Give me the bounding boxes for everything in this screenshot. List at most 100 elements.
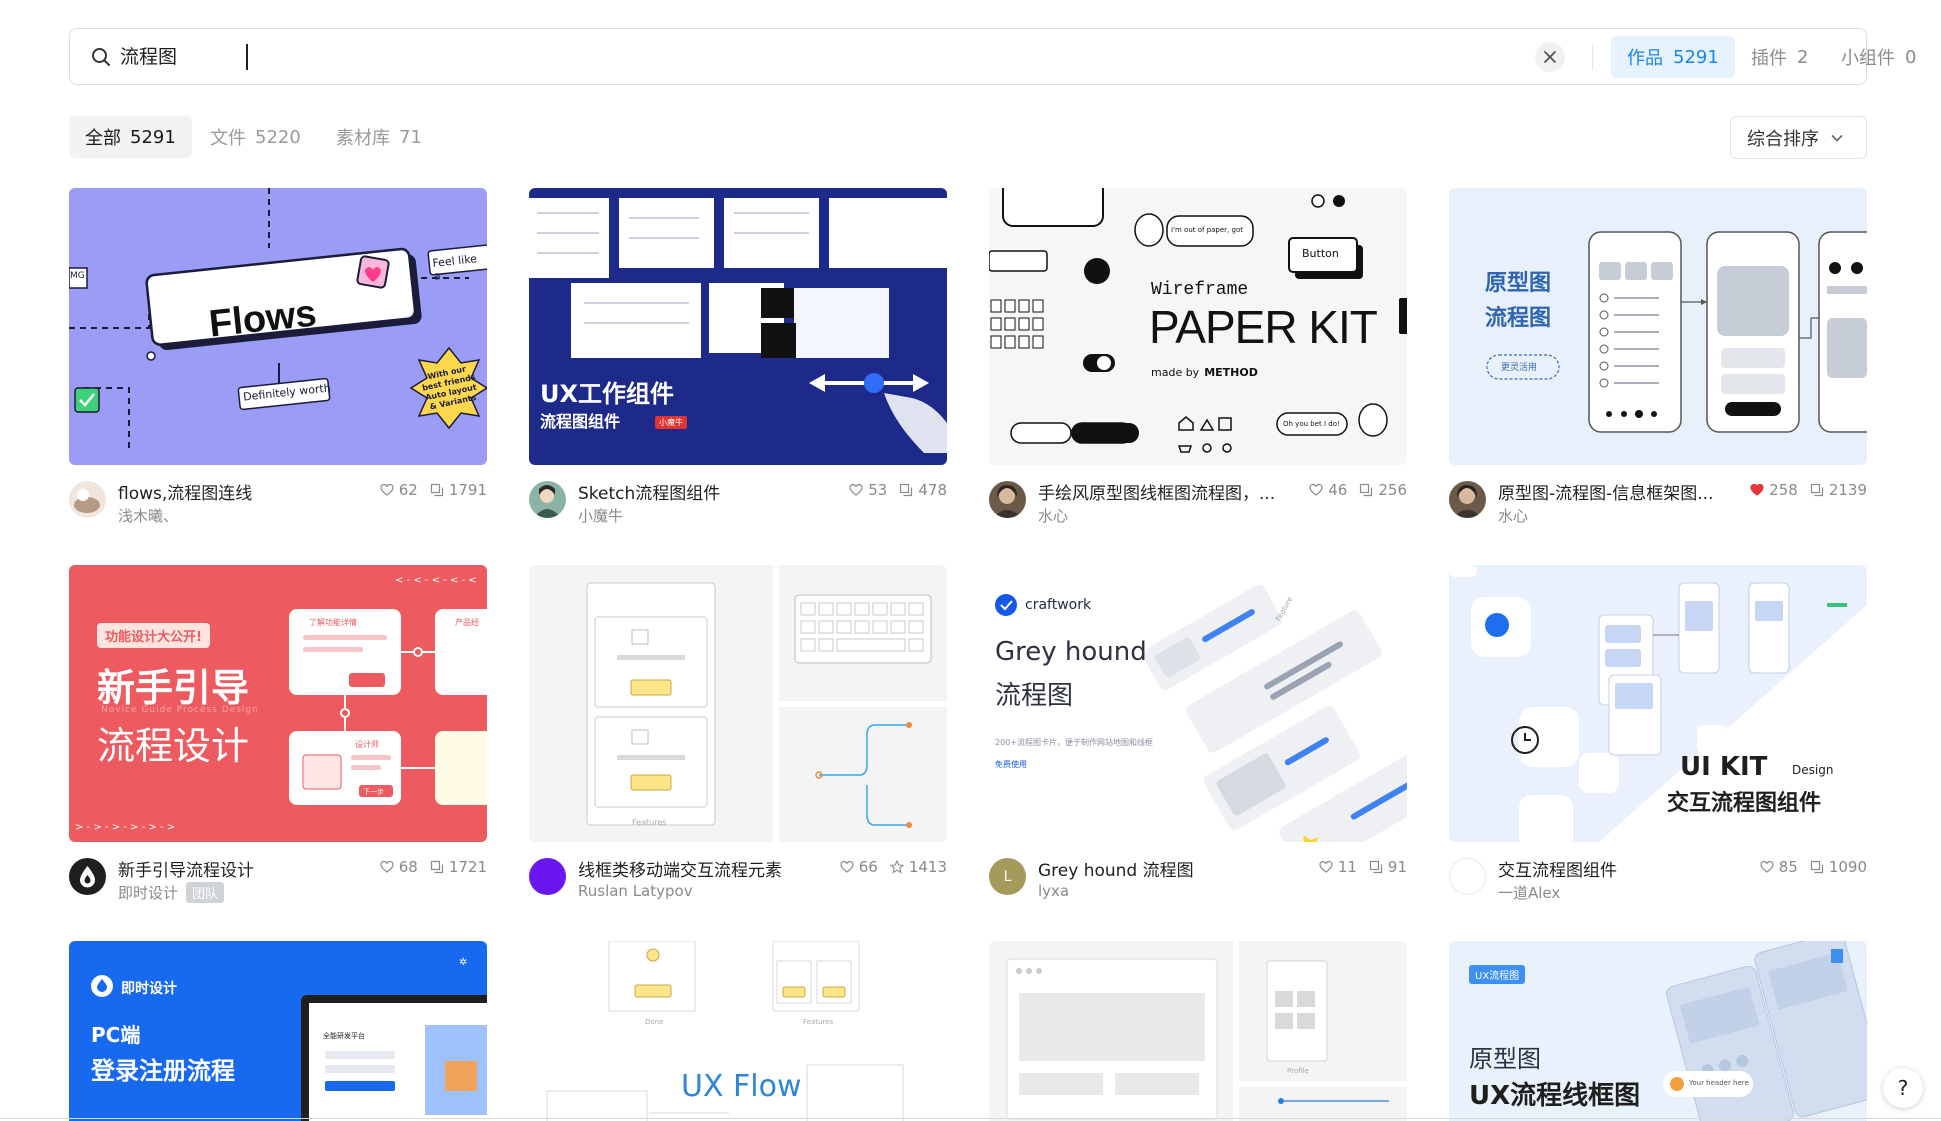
card-author[interactable]: lyxa bbox=[1038, 882, 1069, 900]
tab-label: 小组件 bbox=[1841, 48, 1895, 69]
avatar[interactable]: L bbox=[989, 858, 1026, 895]
card-thumbnail[interactable]: ✲ 即时设计 PC端 登录注册流程 全能研发平台 bbox=[69, 941, 487, 1121]
thumb-brand: 即时设计 bbox=[121, 981, 177, 997]
like-count[interactable]: 62 bbox=[380, 481, 418, 499]
copy-count: 256 bbox=[1359, 481, 1407, 499]
tab-count: 5291 bbox=[1673, 46, 1719, 68]
sort-dropdown[interactable]: 综合排序 bbox=[1730, 116, 1867, 159]
card-title[interactable]: 手绘风原型图线框图流程图，... bbox=[1038, 479, 1275, 504]
credit-text: made by bbox=[1151, 366, 1200, 379]
tab-works[interactable]: 作品 5291 bbox=[1611, 36, 1735, 78]
card-thumbnail[interactable]: Flows Feel like a Definitely worth MG Wi… bbox=[69, 188, 487, 465]
copy-count: 2139 bbox=[1810, 481, 1867, 499]
tab-label: 作品 bbox=[1627, 48, 1663, 69]
avatar[interactable] bbox=[529, 858, 566, 895]
avatar[interactable] bbox=[1449, 481, 1486, 518]
card-author[interactable]: 水心 bbox=[1498, 505, 1528, 526]
card-thumbnail[interactable]: Profile bbox=[989, 941, 1407, 1121]
author-name: 小魔牛 bbox=[578, 507, 624, 525]
card-author[interactable]: Ruslan Latypov bbox=[578, 882, 693, 900]
like-value: 62 bbox=[398, 481, 418, 499]
thumb-title: UI KIT bbox=[1680, 752, 1768, 782]
like-count[interactable]: 258 bbox=[1750, 481, 1798, 499]
like-count[interactable]: 66 bbox=[840, 858, 878, 876]
card-title[interactable]: 原型图-流程图-信息框架图... bbox=[1498, 479, 1713, 504]
avatar[interactable] bbox=[989, 481, 1026, 518]
avatar[interactable] bbox=[529, 481, 566, 518]
card-thumbnail[interactable]: UI KIT Design 交互流程图组件 bbox=[1449, 565, 1867, 842]
card-meta: 新手引导流程设计 即时设计 团队 68 1721 bbox=[69, 842, 487, 903]
card-author[interactable]: 小魔牛 bbox=[578, 505, 623, 526]
thumb-small-title: Wireframe bbox=[1151, 280, 1249, 300]
chevron-down-icon bbox=[1831, 134, 1843, 142]
card-title[interactable]: Grey hound 流程图 bbox=[1038, 856, 1194, 881]
star-icon bbox=[889, 860, 904, 874]
card-thumbnail[interactable]: UX Flow Done Features bbox=[529, 941, 947, 1121]
thumb-link: 免费使用 bbox=[995, 760, 1027, 769]
svg-text:> - > - > - > - > - >: > - > - > - > - > - > bbox=[75, 822, 175, 833]
card-thumbnail[interactable]: UX工作组件 流程图组件 小魔牛 bbox=[529, 188, 947, 465]
avatar[interactable] bbox=[69, 481, 106, 518]
like-count[interactable]: 53 bbox=[849, 481, 887, 499]
author-name: 即时设计 bbox=[118, 884, 179, 902]
heart-icon bbox=[1319, 860, 1333, 873]
thumb-screen: 全能研发平台 bbox=[323, 1032, 365, 1040]
copy-icon bbox=[1369, 860, 1383, 874]
thumb-subtitle: 登录注册流程 bbox=[91, 1057, 235, 1085]
like-count[interactable]: 46 bbox=[1309, 481, 1347, 499]
filter-label: 全部 bbox=[85, 128, 121, 149]
copy-value: 1090 bbox=[1828, 858, 1867, 876]
credit-brand: METHOD bbox=[1204, 366, 1258, 379]
author-name: 一道Alex bbox=[1498, 884, 1561, 902]
card: UX Flow Done Features bbox=[529, 941, 947, 1121]
heart-icon bbox=[1309, 483, 1323, 496]
thumb-tag: Design bbox=[1792, 763, 1834, 777]
author-name: lyxa bbox=[1038, 882, 1070, 900]
card-author[interactable]: 一道Alex bbox=[1498, 882, 1560, 903]
tab-plugins[interactable]: 插件 2 bbox=[1735, 36, 1824, 78]
card: UX工作组件 流程图组件 小魔牛 Sketch流程图组件 小魔牛 53 478 bbox=[529, 188, 947, 525]
card-title[interactable]: 新手引导流程设计 bbox=[118, 856, 254, 881]
clear-search-button[interactable] bbox=[1535, 42, 1565, 72]
card-title[interactable]: 线框类移动端交互流程元素 bbox=[578, 856, 782, 881]
like-count[interactable]: 85 bbox=[1760, 858, 1798, 876]
thumb-title: 原型图 bbox=[1469, 1045, 1541, 1073]
like-count[interactable]: 11 bbox=[1319, 858, 1357, 876]
card-title[interactable]: flows,流程图连线 bbox=[118, 479, 252, 504]
copy-icon bbox=[430, 860, 443, 874]
wireframe-grid-illustration bbox=[989, 941, 1407, 1121]
card: UI KIT Design 交互流程图组件 交互流程图组件 一道Alex 85 … bbox=[1449, 565, 1867, 902]
card-thumbnail[interactable]: < - < - < - < - < > - > - > - > - > - > … bbox=[69, 565, 487, 842]
author-name: Ruslan Latypov bbox=[578, 882, 693, 900]
thumb-button: 下一步 bbox=[363, 788, 384, 796]
card-author[interactable]: 即时设计 团队 bbox=[118, 882, 225, 903]
card: 原型图 流程图 更灵活用 原型图-流程图-信息框架图... 水心 258 213… bbox=[1449, 188, 1867, 525]
search-icon bbox=[92, 48, 110, 66]
like-value: 85 bbox=[1778, 858, 1798, 876]
card-title[interactable]: 交互流程图组件 bbox=[1498, 856, 1617, 881]
team-badge: 团队 bbox=[186, 882, 225, 903]
heart-icon bbox=[380, 860, 394, 873]
card-author[interactable]: 水心 bbox=[1038, 505, 1068, 526]
copy-icon bbox=[1360, 483, 1373, 497]
card-title[interactable]: Sketch流程图组件 bbox=[578, 479, 720, 504]
filter-all[interactable]: 全部 5291 bbox=[69, 116, 192, 158]
copy-value: 2139 bbox=[1828, 481, 1867, 499]
avatar[interactable] bbox=[69, 858, 106, 895]
search-bar: 作品 5291 插件 2 小组件 0 bbox=[69, 28, 1916, 85]
search-input[interactable] bbox=[120, 41, 1320, 73]
avatar[interactable] bbox=[1449, 858, 1486, 895]
card-stats: 46 256 bbox=[1309, 481, 1407, 499]
tab-widgets[interactable]: 小组件 0 bbox=[1825, 36, 1932, 78]
card-thumbnail[interactable]: UX流程图 原型图 UX流程线框图 Your header here bbox=[1449, 941, 1867, 1121]
like-count[interactable]: 68 bbox=[380, 858, 418, 876]
filter-files[interactable]: 文件 5220 bbox=[194, 116, 317, 158]
card-thumbnail[interactable]: 原型图 流程图 更灵活用 bbox=[1449, 188, 1867, 465]
card-thumbnail[interactable]: Features bbox=[529, 565, 947, 842]
help-button[interactable]: ? bbox=[1883, 1068, 1923, 1108]
card-author[interactable]: 浅木曦、 bbox=[118, 505, 178, 526]
filter-libraries[interactable]: 素材库 71 bbox=[320, 116, 438, 158]
copy-count: 1721 bbox=[430, 858, 487, 876]
card-thumbnail[interactable]: craftwork Grey hound 流程图 200+流程图卡片，便于制作网… bbox=[989, 565, 1407, 842]
card-thumbnail[interactable]: Wireframe PAPER KIT made by METHOD Butto… bbox=[989, 188, 1407, 465]
